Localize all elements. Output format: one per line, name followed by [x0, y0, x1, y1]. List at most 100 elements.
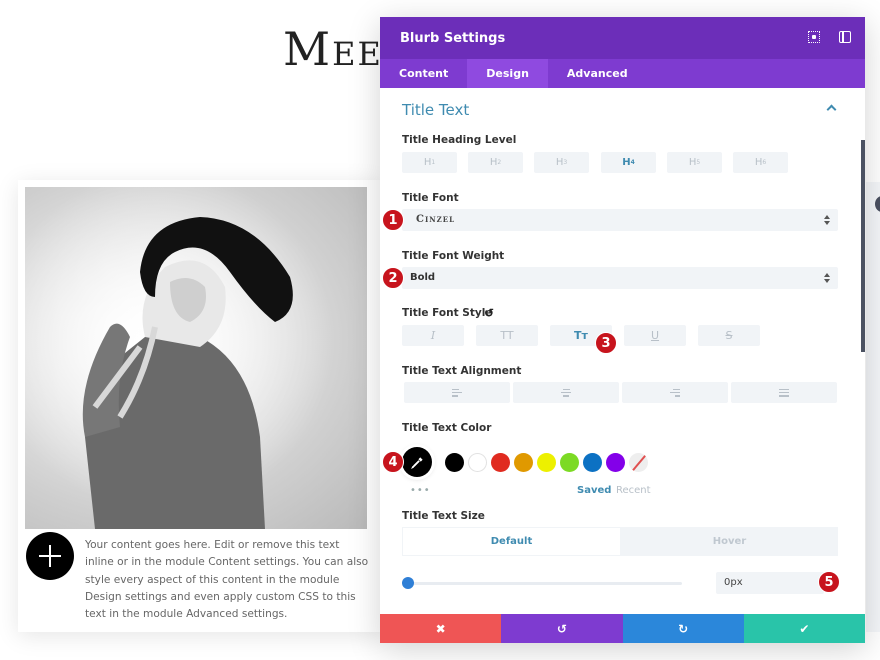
heading-h4-button[interactable]: H4	[601, 152, 656, 173]
modal-title: Blurb Settings	[400, 30, 506, 46]
tab-content[interactable]: Content	[380, 59, 467, 88]
chevron-up-icon[interactable]	[826, 104, 837, 115]
modal-footer: ✖ ↺ ↻ ✔	[380, 614, 865, 643]
title-font-label: Title Font	[402, 192, 459, 204]
heading-num: 5	[696, 159, 701, 166]
cancel-button[interactable]: ✖	[380, 614, 502, 643]
align-left-button[interactable]	[404, 382, 510, 403]
tab-design[interactable]: Design	[467, 59, 548, 88]
heading-letter: H	[688, 157, 697, 168]
blurb-module[interactable]: Your content goes here. Edit or remove t…	[18, 180, 382, 632]
fullscreen-icon[interactable]	[808, 31, 820, 43]
heading-num: 2	[497, 159, 502, 166]
modal-tabs: Content Design Advanced	[380, 59, 865, 88]
italic-button[interactable]: I	[402, 325, 464, 346]
heading-letter: H	[489, 157, 498, 168]
font-style-group: I TT Tт U S	[402, 325, 772, 346]
more-options-icon[interactable]: •••	[410, 485, 431, 496]
title-font-value: Cinzel	[416, 214, 455, 225]
heading-letter: H	[423, 157, 432, 168]
recent-colors-tab[interactable]: Recent	[616, 485, 651, 496]
swatch-white[interactable]	[468, 452, 487, 472]
uppercase-button[interactable]: TT	[476, 325, 538, 346]
step-marker-4: 4	[382, 451, 404, 473]
text-size-label: Title Text Size	[402, 510, 485, 522]
select-arrows-icon	[824, 273, 830, 283]
heading-letter: H	[622, 157, 631, 168]
modal-header[interactable]: Blurb Settings	[380, 17, 865, 59]
font-style-label: Title Font Style	[402, 307, 493, 319]
step-marker-3: 3	[595, 332, 617, 354]
blurb-settings-modal: Blurb Settings Content Design Advanced T…	[380, 17, 865, 643]
select-arrows-icon	[824, 215, 830, 225]
heading-num: 6	[762, 159, 767, 166]
saved-colors-tab[interactable]: Saved	[577, 485, 611, 496]
text-size-slider-track[interactable]	[408, 582, 682, 585]
color-picker-button[interactable]	[402, 447, 432, 477]
undo-icon: ↺	[556, 621, 567, 636]
swatch-red[interactable]	[491, 452, 510, 472]
section-title[interactable]: Title Text	[402, 101, 469, 119]
font-weight-value: Bold	[410, 272, 436, 283]
alignment-label: Title Text Alignment	[402, 365, 522, 377]
underline-button[interactable]: U	[624, 325, 686, 346]
redo-button[interactable]: ↻	[622, 614, 744, 643]
sidebar-toggle-icon[interactable]	[839, 31, 851, 43]
builder-stage: Meet Your content goes here. Edit or rem…	[0, 0, 880, 660]
heading-num: 1	[431, 159, 436, 166]
heading-h5-button[interactable]: H5	[667, 152, 722, 173]
heading-h2-button[interactable]: H2	[468, 152, 523, 173]
swatch-blue[interactable]	[583, 452, 602, 472]
align-justify-button[interactable]	[731, 382, 837, 403]
text-size-input[interactable]: 0px	[716, 572, 824, 594]
redo-icon: ↻	[678, 621, 689, 636]
align-center-icon	[561, 388, 571, 397]
align-center-button[interactable]	[513, 382, 619, 403]
swatch-orange[interactable]	[514, 452, 533, 472]
heading-level-label: Title Heading Level	[402, 134, 517, 146]
swatch-black[interactable]	[445, 452, 464, 472]
tab-hover[interactable]: Hover	[621, 527, 838, 556]
adjacent-module-edge	[866, 182, 880, 632]
align-right-button[interactable]	[622, 382, 728, 403]
align-left-icon	[452, 388, 462, 397]
swatch-green[interactable]	[560, 452, 579, 472]
blurb-body-text[interactable]: Your content goes here. Edit or remove t…	[85, 537, 370, 623]
heading-h6-button[interactable]: H6	[733, 152, 788, 173]
save-button[interactable]: ✔	[743, 614, 865, 643]
swatch-yellow[interactable]	[537, 452, 556, 472]
check-icon: ✔	[799, 621, 810, 636]
heading-num: 4	[630, 159, 635, 166]
step-marker-1: 1	[382, 209, 404, 231]
heading-num: 3	[563, 159, 568, 166]
swatch-purple[interactable]	[606, 452, 625, 472]
heading-h3-button[interactable]: H3	[534, 152, 589, 173]
scrollbar[interactable]	[861, 140, 865, 352]
step-marker-5: 5	[818, 571, 840, 593]
close-icon: ✖	[435, 621, 446, 636]
tab-advanced[interactable]: Advanced	[548, 59, 647, 88]
undo-button[interactable]: ↺	[501, 614, 623, 643]
font-weight-select[interactable]: Bold	[402, 267, 838, 289]
text-size-slider-thumb[interactable]	[402, 577, 414, 589]
heading-letter: H	[754, 157, 763, 168]
align-right-icon	[670, 388, 680, 397]
heading-level-group: H1 H2 H3 H4 H5 H6	[402, 152, 788, 173]
modal-body: Title Text Title Heading Level H1 H2 H3 …	[380, 88, 865, 614]
title-font-select[interactable]: Cinzel	[402, 209, 838, 231]
color-swatch-row	[402, 447, 652, 477]
heading-h1-button[interactable]: H1	[402, 152, 457, 173]
font-weight-label: Title Font Weight	[402, 250, 505, 262]
heading-letter: H	[555, 157, 564, 168]
alignment-group	[404, 382, 840, 403]
text-size-tabs: Default Hover	[402, 527, 838, 556]
step-marker-2: 2	[382, 267, 404, 289]
portrait-photo	[25, 187, 367, 529]
eyedropper-icon	[410, 456, 423, 469]
swatch-transparent[interactable]	[629, 452, 648, 472]
reset-icon[interactable]: ↺	[484, 306, 494, 320]
tab-default[interactable]: Default	[403, 528, 620, 555]
strikethrough-button[interactable]: S	[698, 325, 760, 346]
align-justify-icon	[779, 388, 789, 397]
plus-icon[interactable]	[26, 532, 74, 580]
